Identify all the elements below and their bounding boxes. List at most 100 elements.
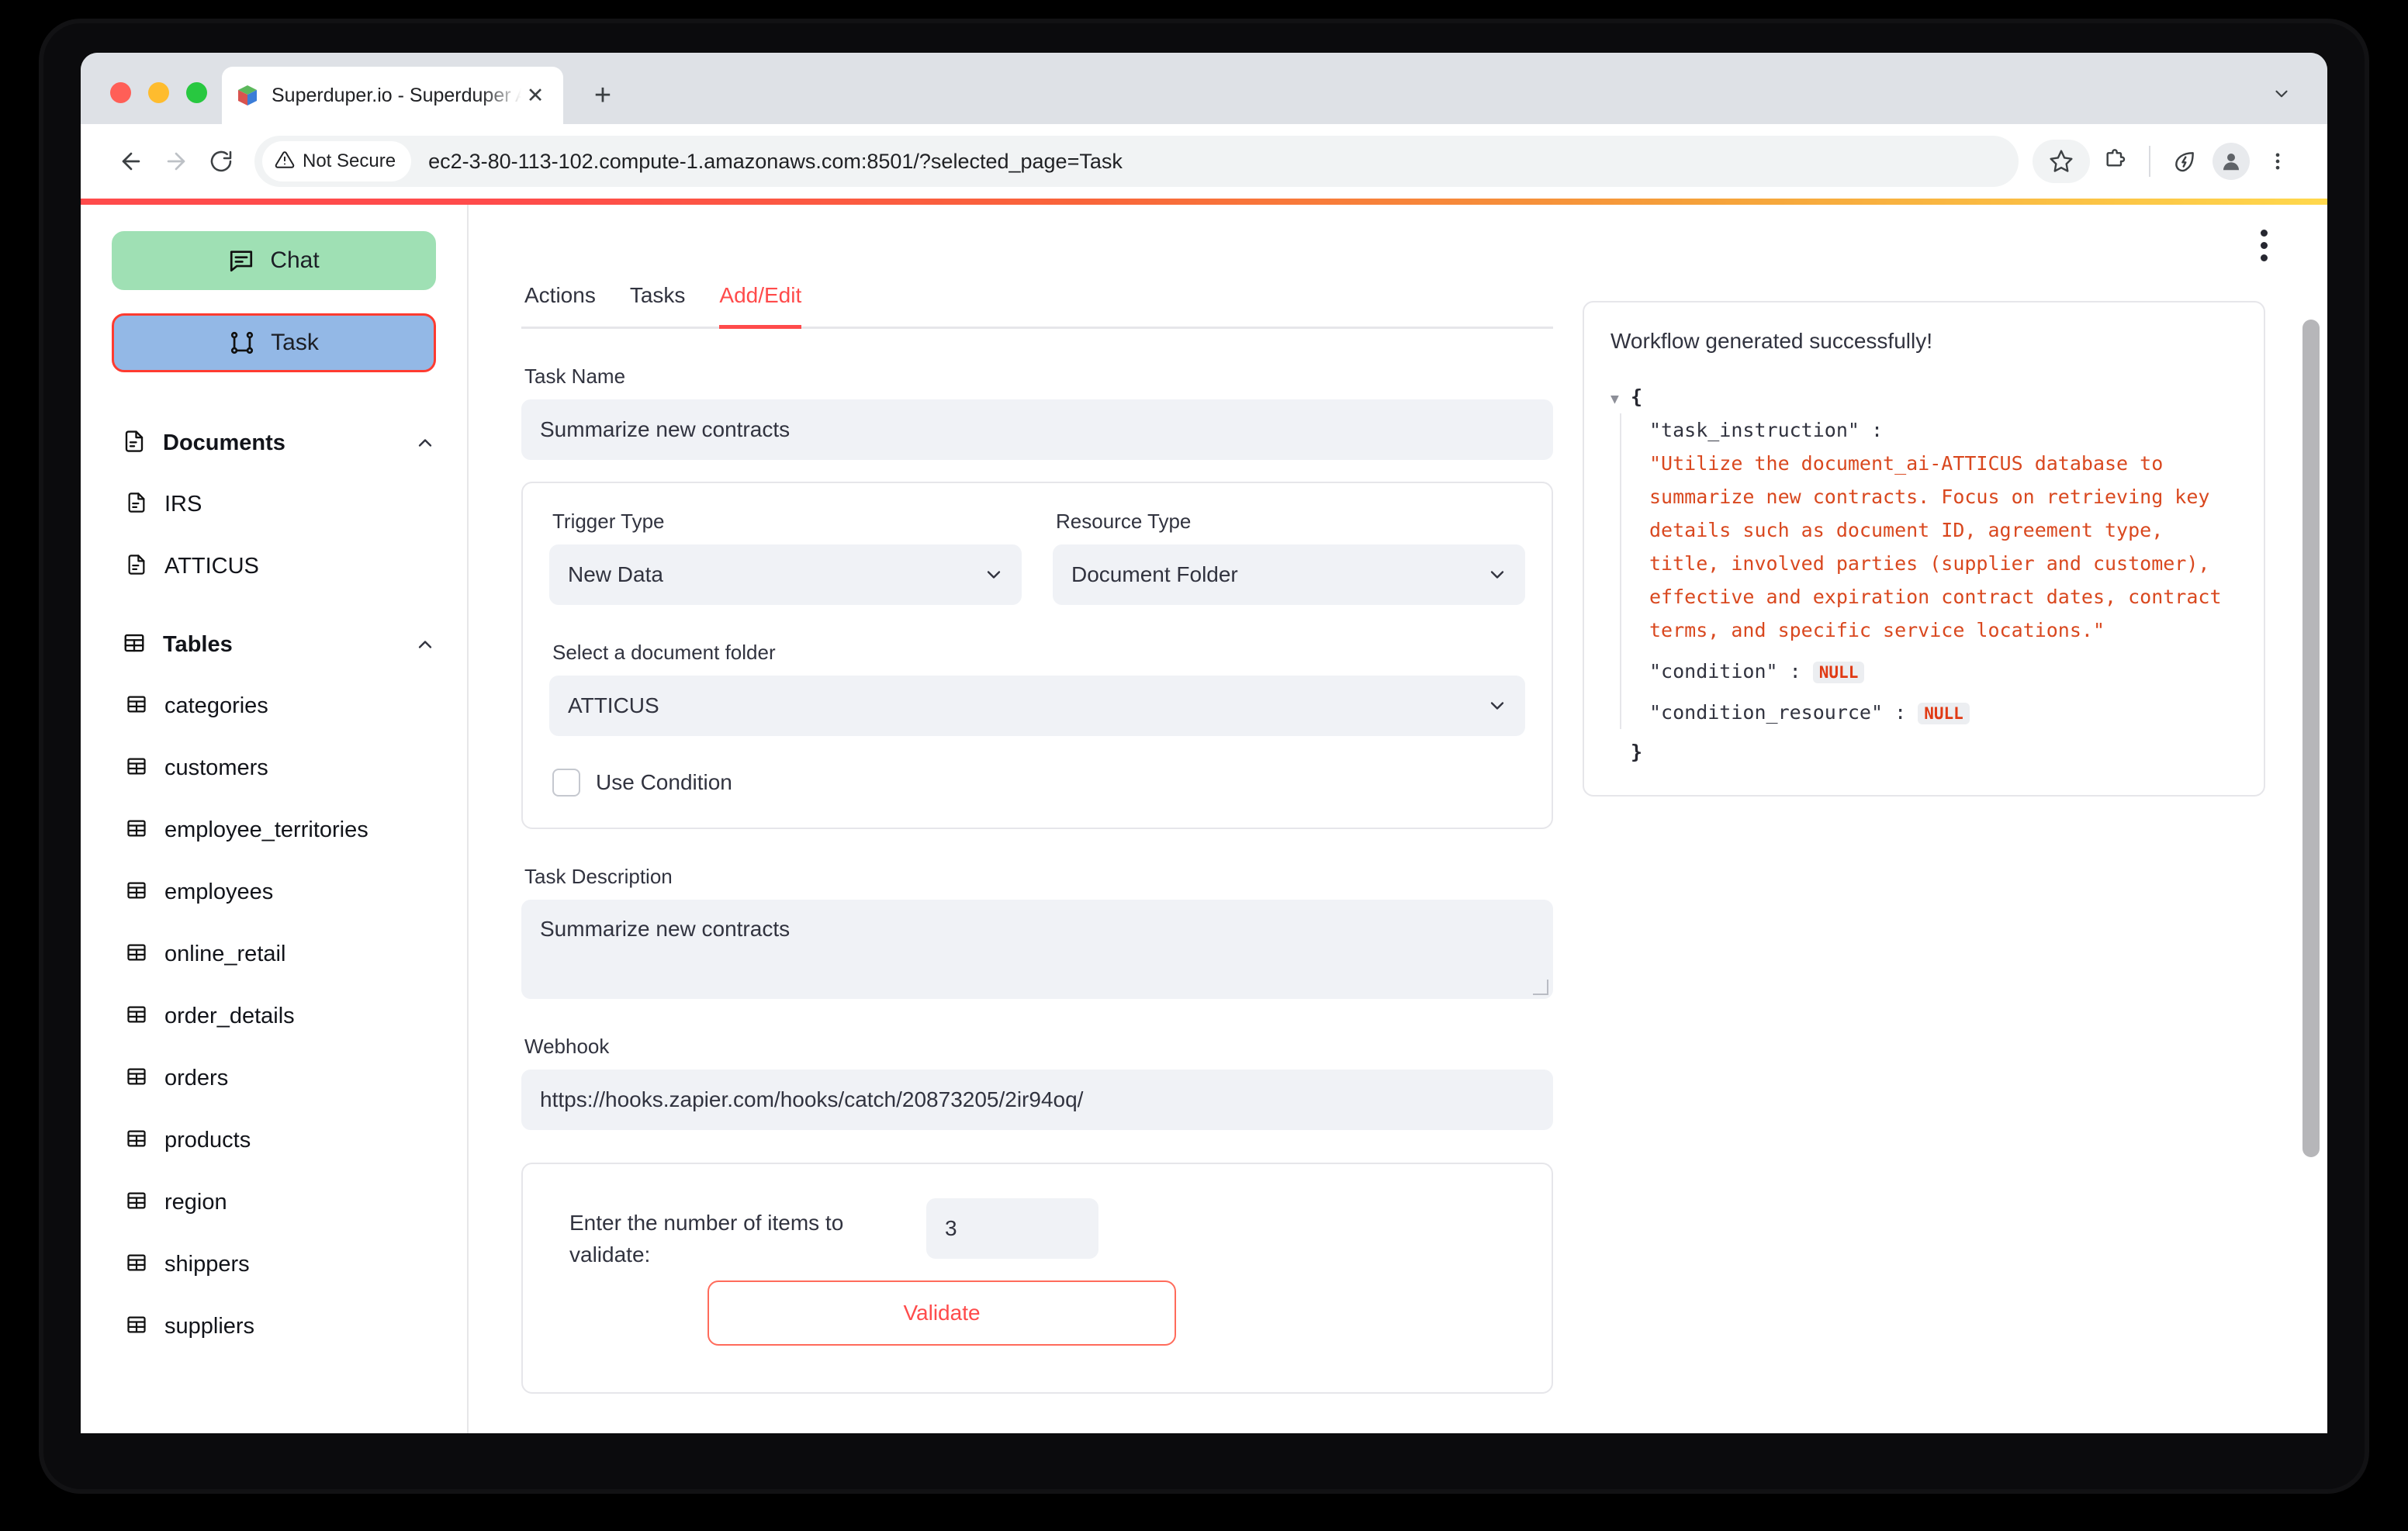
sidebar-item-atticus[interactable]: ATTICUS bbox=[112, 535, 436, 597]
json-null-value: NULL bbox=[1918, 703, 1970, 724]
vertical-scrollbar[interactable] bbox=[2302, 320, 2320, 1157]
sidebar-item-irs[interactable]: IRS bbox=[112, 473, 436, 535]
sidebar-item-label: categories bbox=[164, 693, 268, 718]
sidebar-item-suppliers[interactable]: suppliers bbox=[112, 1295, 436, 1357]
table-icon bbox=[126, 693, 147, 719]
sidebar-item-shippers[interactable]: shippers bbox=[112, 1233, 436, 1295]
json-entry-task-instruction: "task_instruction" : "Utilize the docume… bbox=[1649, 413, 2236, 647]
chevron-up-icon[interactable] bbox=[414, 432, 436, 454]
sidebar-group-tables[interactable]: Tables bbox=[112, 614, 436, 675]
minimize-window-button[interactable] bbox=[148, 82, 169, 103]
close-icon[interactable]: ✕ bbox=[521, 81, 549, 109]
sidebar-item-online-retail[interactable]: online_retail bbox=[112, 923, 436, 985]
json-body: "task_instruction" : "Utilize the docume… bbox=[1620, 413, 2236, 729]
sidebar-item-order-details[interactable]: order_details bbox=[112, 985, 436, 1047]
document-icon bbox=[126, 492, 147, 517]
maximize-window-button[interactable] bbox=[186, 82, 207, 103]
sidebar-item-orders[interactable]: orders bbox=[112, 1047, 436, 1109]
arrow-left-icon[interactable] bbox=[109, 139, 154, 184]
security-status-label: Not Secure bbox=[303, 150, 396, 171]
json-null-value: NULL bbox=[1812, 662, 1865, 683]
task-name-label: Task Name bbox=[524, 365, 626, 388]
json-key: "condition_resource" bbox=[1649, 701, 1884, 724]
json-colon: : bbox=[1789, 660, 1801, 683]
document-icon bbox=[123, 430, 146, 457]
task-description-textarea[interactable]: Summarize new contracts bbox=[521, 900, 1553, 999]
puzzle-piece-icon[interactable] bbox=[2093, 140, 2136, 183]
three-dots-vertical-icon[interactable] bbox=[2256, 140, 2299, 183]
sidebar-item-region[interactable]: region bbox=[112, 1171, 436, 1233]
app-sidebar: Chat Task Documents IRS ATTICUS Tables c… bbox=[81, 205, 469, 1433]
trigger-type-label: Trigger Type bbox=[552, 510, 665, 533]
json-close-spacer bbox=[1611, 735, 1631, 743]
security-status-chip[interactable]: Not Secure bbox=[262, 141, 412, 181]
plus-icon[interactable]: + bbox=[585, 78, 621, 113]
table-icon bbox=[126, 1190, 147, 1215]
sidebar-item-employees[interactable]: employees bbox=[112, 861, 436, 923]
sidebar-button-chat-label: Chat bbox=[270, 247, 320, 273]
task-description-label: Task Description bbox=[524, 865, 673, 888]
tab-add-edit[interactable]: Add/Edit bbox=[719, 283, 802, 329]
leaf-icon[interactable] bbox=[2163, 140, 2206, 183]
document-icon bbox=[126, 554, 147, 579]
chevron-down-icon bbox=[983, 564, 1005, 586]
sidebar-item-products[interactable]: products bbox=[112, 1109, 436, 1171]
address-bar[interactable]: Not Secure ec2-3-80-113-102.compute-1.am… bbox=[254, 136, 2019, 187]
sidebar-button-chat[interactable]: Chat bbox=[112, 231, 436, 290]
resize-grip-icon[interactable] bbox=[1533, 980, 1548, 995]
chevron-up-icon[interactable] bbox=[414, 634, 436, 655]
toolbar-actions bbox=[2033, 140, 2299, 183]
reload-icon[interactable] bbox=[199, 139, 244, 184]
browser-tab[interactable]: Superduper.io - Superduper A ✕ bbox=[222, 67, 563, 124]
main-content: Actions Tasks Add/Edit Task Name Summari… bbox=[469, 205, 2327, 1433]
arrow-right-icon[interactable] bbox=[154, 139, 199, 184]
tab-tasks[interactable]: Tasks bbox=[630, 283, 686, 329]
sidebar-item-label: suppliers bbox=[164, 1313, 255, 1339]
chevron-down-icon bbox=[1486, 564, 1508, 586]
table-icon bbox=[126, 880, 147, 905]
sidebar-item-label: shippers bbox=[164, 1251, 250, 1277]
validate-prompt-label: Enter the number of items to validate: bbox=[569, 1211, 844, 1267]
json-key: "condition" bbox=[1649, 660, 1778, 683]
use-condition-label: Use Condition bbox=[596, 770, 732, 794]
chevron-down-icon[interactable] bbox=[2270, 82, 2293, 105]
validate-count-input[interactable]: 3 bbox=[926, 1198, 1098, 1259]
sidebar-button-task[interactable]: Task bbox=[112, 313, 436, 372]
sidebar-item-label: employee_territories bbox=[164, 817, 368, 842]
use-condition-checkbox[interactable] bbox=[552, 769, 580, 797]
trigger-card: Trigger Type New Data Resource Type Docu… bbox=[521, 482, 1553, 829]
json-string-value: "Utilize the document_ai-ATTICUS databas… bbox=[1649, 452, 2222, 641]
use-condition-row[interactable]: Use Condition bbox=[549, 769, 1525, 797]
triangle-down-icon[interactable]: ▼ bbox=[1611, 380, 1631, 412]
resource-type-select[interactable]: Document Folder bbox=[1053, 544, 1525, 605]
close-window-button[interactable] bbox=[110, 82, 131, 103]
trigger-type-select[interactable]: New Data bbox=[549, 544, 1022, 605]
laptop-frame: Superduper.io - Superduper A ✕ + Not Sec… bbox=[43, 23, 2365, 1489]
json-column: Workflow generated successfully! ▼ { "ta… bbox=[1583, 281, 2265, 1394]
tab-actions[interactable]: Actions bbox=[524, 283, 596, 329]
table-icon bbox=[126, 1252, 147, 1277]
json-close-row: } bbox=[1611, 735, 2236, 769]
trigger-type-field: Trigger Type New Data bbox=[549, 510, 1022, 605]
json-close-brace: } bbox=[1631, 741, 1643, 763]
webhook-input[interactable]: https://hooks.zapier.com/hooks/catch/208… bbox=[521, 1070, 1553, 1130]
document-folder-select[interactable]: ATTICUS bbox=[549, 676, 1525, 736]
table-icon bbox=[126, 942, 147, 967]
sidebar-item-employee-territories[interactable]: employee_territories bbox=[112, 799, 436, 861]
table-icon bbox=[126, 1004, 147, 1029]
browser-toolbar: Not Secure ec2-3-80-113-102.compute-1.am… bbox=[81, 124, 2327, 199]
workflow-json-panel: Workflow generated successfully! ▼ { "ta… bbox=[1583, 301, 2265, 797]
sidebar-item-customers[interactable]: customers bbox=[112, 737, 436, 799]
window-traffic-lights bbox=[110, 82, 207, 103]
task-name-input[interactable]: Summarize new contracts bbox=[521, 399, 1553, 460]
star-icon[interactable] bbox=[2033, 140, 2090, 183]
three-dots-vertical-icon[interactable] bbox=[2248, 225, 2279, 265]
sidebar-item-label: orders bbox=[164, 1065, 229, 1090]
person-avatar-icon[interactable] bbox=[2209, 140, 2253, 183]
table-icon bbox=[126, 1128, 147, 1153]
validate-button[interactable]: Validate bbox=[708, 1280, 1176, 1346]
url-text: ec2-3-80-113-102.compute-1.amazonaws.com… bbox=[428, 149, 1123, 173]
sidebar-group-documents[interactable]: Documents bbox=[112, 413, 436, 473]
document-folder-label: Select a document folder bbox=[552, 641, 776, 664]
sidebar-item-categories[interactable]: categories bbox=[112, 675, 436, 737]
